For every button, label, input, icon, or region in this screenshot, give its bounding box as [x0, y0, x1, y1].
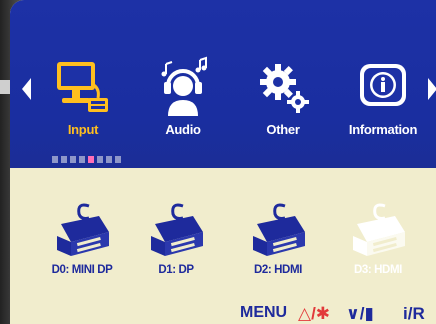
input-option-d0[interactable]: D0: MINI DP	[36, 202, 128, 276]
down-key-label: ∨/▮	[346, 304, 374, 323]
menu-item-information[interactable]: Information	[328, 54, 436, 137]
page-dot	[97, 156, 103, 163]
connector-icon	[253, 203, 305, 256]
menu-item-label: Information	[348, 122, 418, 137]
right-arrow-icon[interactable]	[428, 78, 436, 100]
input-option-label: D2: HDMI	[254, 264, 302, 276]
input-option-d2[interactable]: D2: HDMI	[232, 202, 324, 276]
menu-item-label: Input	[67, 122, 99, 137]
ir-key-label: i/R	[403, 304, 425, 323]
menu-item-audio[interactable]: Audio	[128, 54, 238, 137]
headphones-person-icon	[161, 56, 207, 116]
page-dot	[106, 156, 112, 163]
menu-key-label: MENU	[240, 304, 288, 321]
page-dot	[52, 156, 58, 163]
input-option-label: D3: HDMI	[354, 264, 402, 276]
connector-icon	[57, 203, 109, 256]
input-option-label: D1: DP	[158, 264, 194, 276]
page-dot	[61, 156, 67, 163]
menu-item-label: Other	[266, 122, 300, 137]
page-indicator	[52, 150, 124, 163]
input-option-label: D0: MINI DP	[51, 264, 113, 276]
page-dot	[79, 156, 85, 163]
input-option-d1[interactable]: D1: DP	[130, 202, 222, 276]
page-dot-active	[88, 156, 94, 163]
menu-item-other[interactable]: Other	[228, 54, 338, 137]
menu-item-label: Audio	[165, 122, 201, 137]
page-dot	[70, 156, 76, 163]
osd-top-bar: Input Audio Other Information	[10, 0, 436, 168]
connector-icon	[353, 203, 405, 256]
osd-menu: Input Audio Other Information D0: MINI D…	[10, 0, 436, 324]
gears-icon	[260, 64, 309, 113]
menu-item-input[interactable]: Input	[28, 54, 138, 137]
connector-icon	[151, 203, 203, 256]
computer-input-icon	[57, 62, 108, 112]
page-dot	[115, 156, 121, 163]
info-icon	[360, 64, 406, 106]
up-key-label: △/✱	[298, 304, 331, 323]
input-option-d3[interactable]: D3: HDMI	[332, 202, 424, 276]
